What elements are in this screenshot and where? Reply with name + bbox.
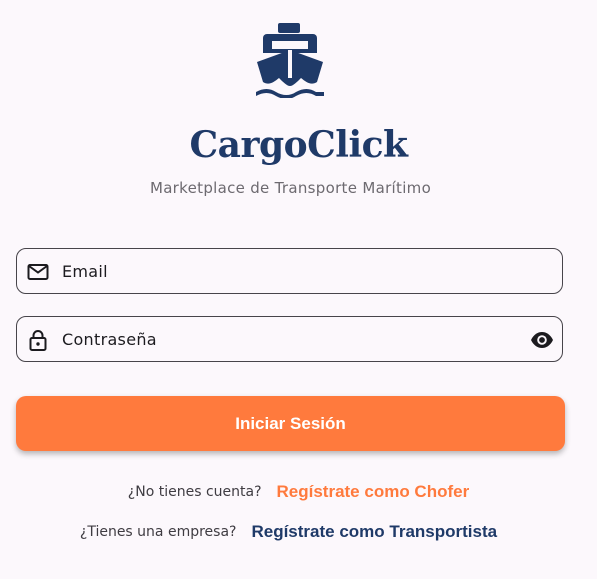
ship-icon: [256, 23, 324, 98]
register-driver-link[interactable]: Regístrate como Chofer: [277, 482, 470, 502]
register-carrier-link[interactable]: Regístrate como Transportista: [251, 522, 497, 542]
password-field[interactable]: [16, 316, 563, 362]
app-title: CargoClick: [189, 124, 409, 166]
register-company-row: ¿Tienes una empresa? Regístrate como Tra…: [0, 522, 587, 542]
eye-icon[interactable]: [530, 329, 554, 351]
no-account-text: ¿No tienes cuenta?: [127, 484, 262, 500]
login-button[interactable]: Iniciar Sesión: [16, 396, 565, 451]
register-driver-row: ¿No tienes cuenta? Regístrate como Chofe…: [0, 482, 597, 502]
email-input[interactable]: [60, 249, 512, 293]
app-tagline: Marketplace de Transporte Marítimo: [149, 179, 432, 197]
lock-icon: [29, 330, 47, 351]
email-field[interactable]: [16, 248, 563, 294]
password-input[interactable]: [60, 317, 512, 361]
mail-icon: [27, 264, 49, 280]
company-question-text: ¿Tienes una empresa?: [79, 524, 237, 540]
